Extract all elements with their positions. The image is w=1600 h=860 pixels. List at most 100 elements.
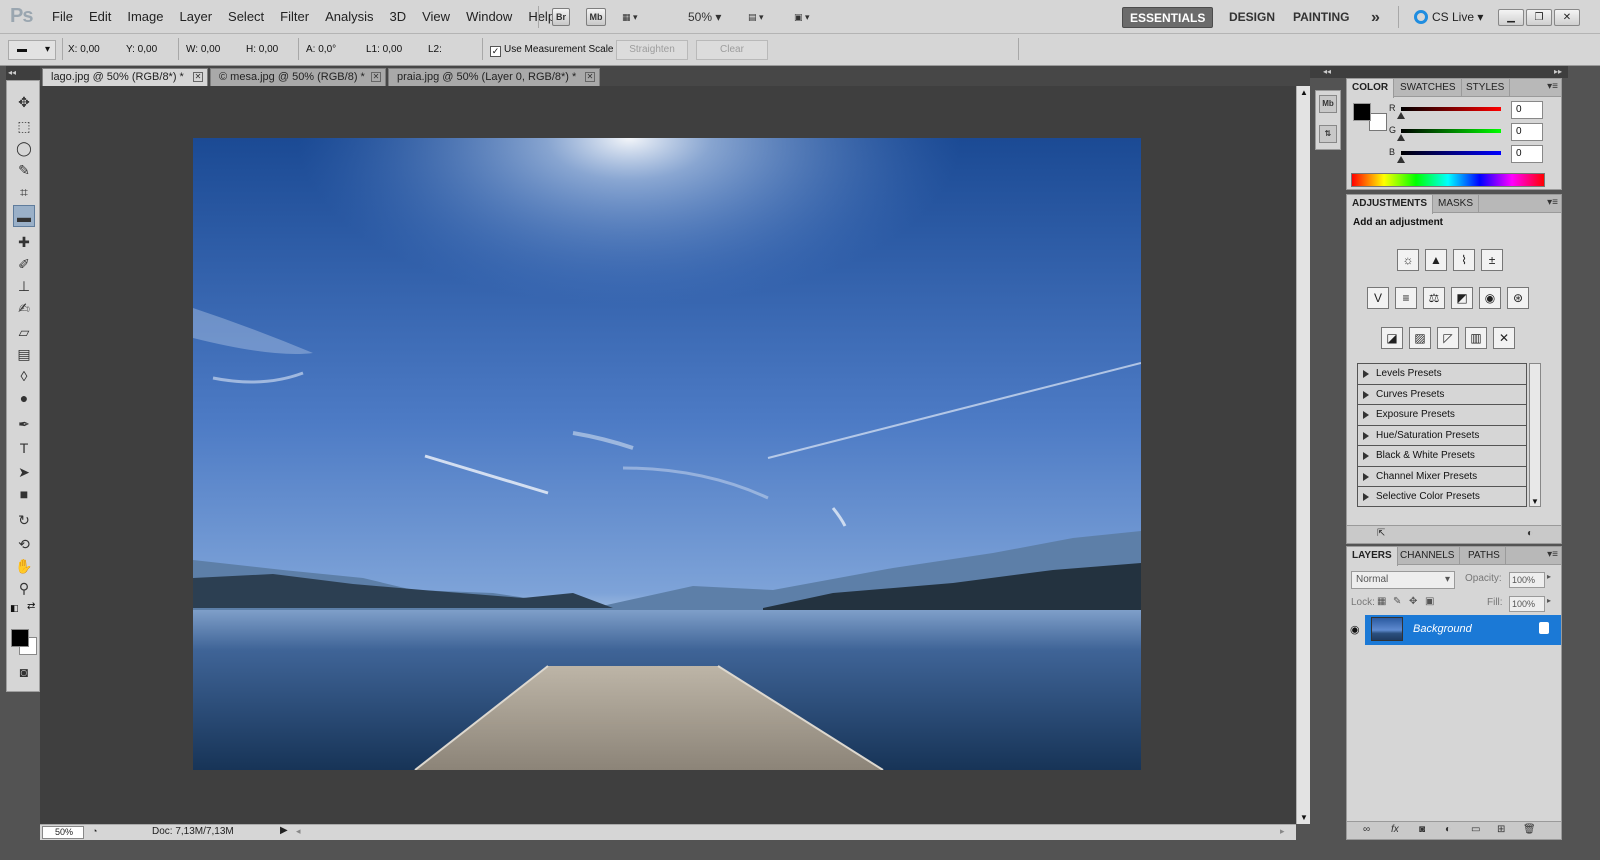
lock-all-icon[interactable]: ▣ [1425,596,1434,607]
lock-position-icon[interactable]: ✥ [1409,596,1417,607]
mini-bridge-button[interactable]: Mb [586,8,606,26]
green-value-input[interactable]: 0 [1511,123,1543,141]
scroll-down-icon[interactable]: ▼ [1300,813,1308,822]
list-item[interactable]: Hue/Saturation Presets [1358,426,1526,446]
visibility-eye-icon[interactable]: ◉ [1347,615,1365,645]
use-measurement-scale-checkbox[interactable]: ✓ Use Measurement Scale [490,44,614,57]
color-balance-icon[interactable]: ⚖ [1423,287,1445,309]
workspace-more-button[interactable]: » [1364,7,1387,28]
scroll-up-icon[interactable]: ▲ [1300,88,1308,97]
delete-layer-icon[interactable]: 🗑 [1523,824,1536,835]
menu-view[interactable]: View [414,0,458,34]
list-item[interactable]: Levels Presets [1358,364,1526,385]
3d-rotate-tool[interactable]: ↻ [13,509,35,531]
view-extras-dropdown[interactable]: ▦ ▾ [622,8,638,26]
tab-styles[interactable]: STYLES [1461,79,1511,97]
hue-saturation-icon[interactable]: ≡ [1395,287,1417,309]
quick-selection-tool[interactable]: ✎ [13,159,35,181]
status-info-icon[interactable]: ◔ [92,826,97,836]
red-slider[interactable] [1401,107,1501,111]
marquee-tool[interactable]: ⬚ [13,115,35,137]
tab-lago[interactable]: lago.jpg @ 50% (RGB/8*) * ✕ [42,68,208,86]
menu-layer[interactable]: Layer [172,0,221,34]
cs-live-dropdown[interactable]: CS Live ▾ [1414,7,1483,28]
minimize-button[interactable]: ▁ [1498,9,1524,26]
tab-adjustments[interactable]: ADJUSTMENTS [1347,195,1434,214]
mini-bridge-panel-button[interactable]: Mb [1319,95,1337,113]
workspace-painting-button[interactable]: PAINTING [1286,7,1356,28]
new-group-icon[interactable]: ▭ [1471,824,1480,835]
history-panel-button[interactable]: ⇅ [1319,125,1337,143]
workspace-design-button[interactable]: DESIGN [1222,7,1282,28]
tab-swatches[interactable]: SWATCHES [1395,79,1462,97]
brush-tool[interactable]: ✐ [13,253,35,275]
clip-to-layer-icon[interactable]: ◐ [1527,528,1533,539]
vibrance-icon[interactable]: V [1367,287,1389,309]
lock-transparent-icon[interactable]: ▦ [1377,596,1386,607]
list-item[interactable]: Exposure Presets [1358,405,1526,426]
foreground-color-swatch[interactable] [11,629,29,647]
close-icon[interactable]: ✕ [585,72,595,82]
tab-layers[interactable]: LAYERS [1347,547,1398,566]
blue-slider[interactable] [1401,151,1501,155]
gradient-map-icon[interactable]: ▥ [1465,327,1487,349]
panel-menu-icon[interactable]: ▾≡ [1547,197,1558,208]
color-spectrum-ramp[interactable] [1351,173,1545,187]
default-colors-icon[interactable]: ◧ [10,603,19,614]
posterize-icon[interactable]: ▨ [1409,327,1431,349]
menu-file[interactable]: File [44,0,81,34]
lock-pixels-icon[interactable]: ✎ [1393,596,1401,607]
menu-analysis[interactable]: Analysis [317,0,381,34]
fill-input[interactable]: 100% [1509,596,1545,612]
channel-mixer-icon[interactable]: ⊛ [1507,287,1529,309]
scroll-left-icon[interactable]: ◂ [296,826,301,837]
opacity-input[interactable]: 100% [1509,572,1545,588]
levels-icon[interactable]: ▲ [1425,249,1447,271]
menu-window[interactable]: Window [458,0,520,34]
blue-slider-thumb[interactable] [1397,156,1405,163]
scroll-right-icon[interactable]: ▸ [1280,826,1285,837]
clone-stamp-tool[interactable]: ⊥ [13,275,35,297]
red-value-input[interactable]: 0 [1511,101,1543,119]
list-item[interactable]: Black & White Presets [1358,446,1526,467]
presets-scrollbar[interactable]: ▼ [1529,363,1541,507]
hand-tool[interactable]: ✋ [13,555,35,577]
close-icon[interactable]: ✕ [371,72,381,82]
add-mask-icon[interactable]: ◙ [1419,824,1425,835]
quick-mask-button[interactable]: ◙ [13,661,35,683]
panel-menu-icon[interactable]: ▾≡ [1547,81,1558,92]
clear-button[interactable]: Clear [696,40,768,60]
layer-row[interactable]: ◉ Background [1347,615,1561,645]
zoom-tool[interactable]: ⚲ [13,577,35,599]
photo-filter-icon[interactable]: ◉ [1479,287,1501,309]
move-tool[interactable]: ✥ [13,91,35,113]
fill-arrow-icon[interactable]: ▸ [1547,596,1551,605]
invert-icon[interactable]: ◪ [1381,327,1403,349]
pen-tool[interactable]: ✒ [13,413,35,435]
tab-praia[interactable]: praia.jpg @ 50% (Layer 0, RGB/8*) * ✕ [388,68,600,86]
list-item[interactable]: Selective Color Presets [1358,487,1526,508]
icon-strip-header[interactable]: ◂◂ [1310,66,1344,78]
tab-paths[interactable]: PATHS [1463,547,1506,565]
status-menu-arrow-icon[interactable]: ▶ [280,825,288,836]
3d-orbit-tool[interactable]: ⟲ [13,533,35,555]
opacity-arrow-icon[interactable]: ▸ [1547,572,1551,581]
menu-image[interactable]: Image [119,0,171,34]
selective-color-icon[interactable]: ✕ [1493,327,1515,349]
blur-tool[interactable]: ◊ [13,365,35,387]
dodge-tool[interactable]: ● [13,387,35,409]
expanded-view-icon[interactable]: ⇱ [1377,528,1385,539]
blend-mode-select[interactable]: Normal ▾ [1351,571,1455,589]
color-bg-swatch[interactable] [1369,113,1387,131]
tab-color[interactable]: COLOR [1347,79,1395,98]
status-zoom-field[interactable]: 50% [42,826,84,839]
threshold-icon[interactable]: ◸ [1437,327,1459,349]
tools-panel-header[interactable]: ◂◂ [6,66,40,80]
green-slider-thumb[interactable] [1397,134,1405,141]
curves-icon[interactable]: ⌇ [1453,249,1475,271]
panels-header[interactable]: ▸▸ [1344,66,1568,78]
close-button[interactable]: ✕ [1554,9,1580,26]
list-item[interactable]: Channel Mixer Presets [1358,467,1526,487]
gradient-tool[interactable]: ▤ [13,343,35,365]
black-white-icon[interactable]: ◩ [1451,287,1473,309]
